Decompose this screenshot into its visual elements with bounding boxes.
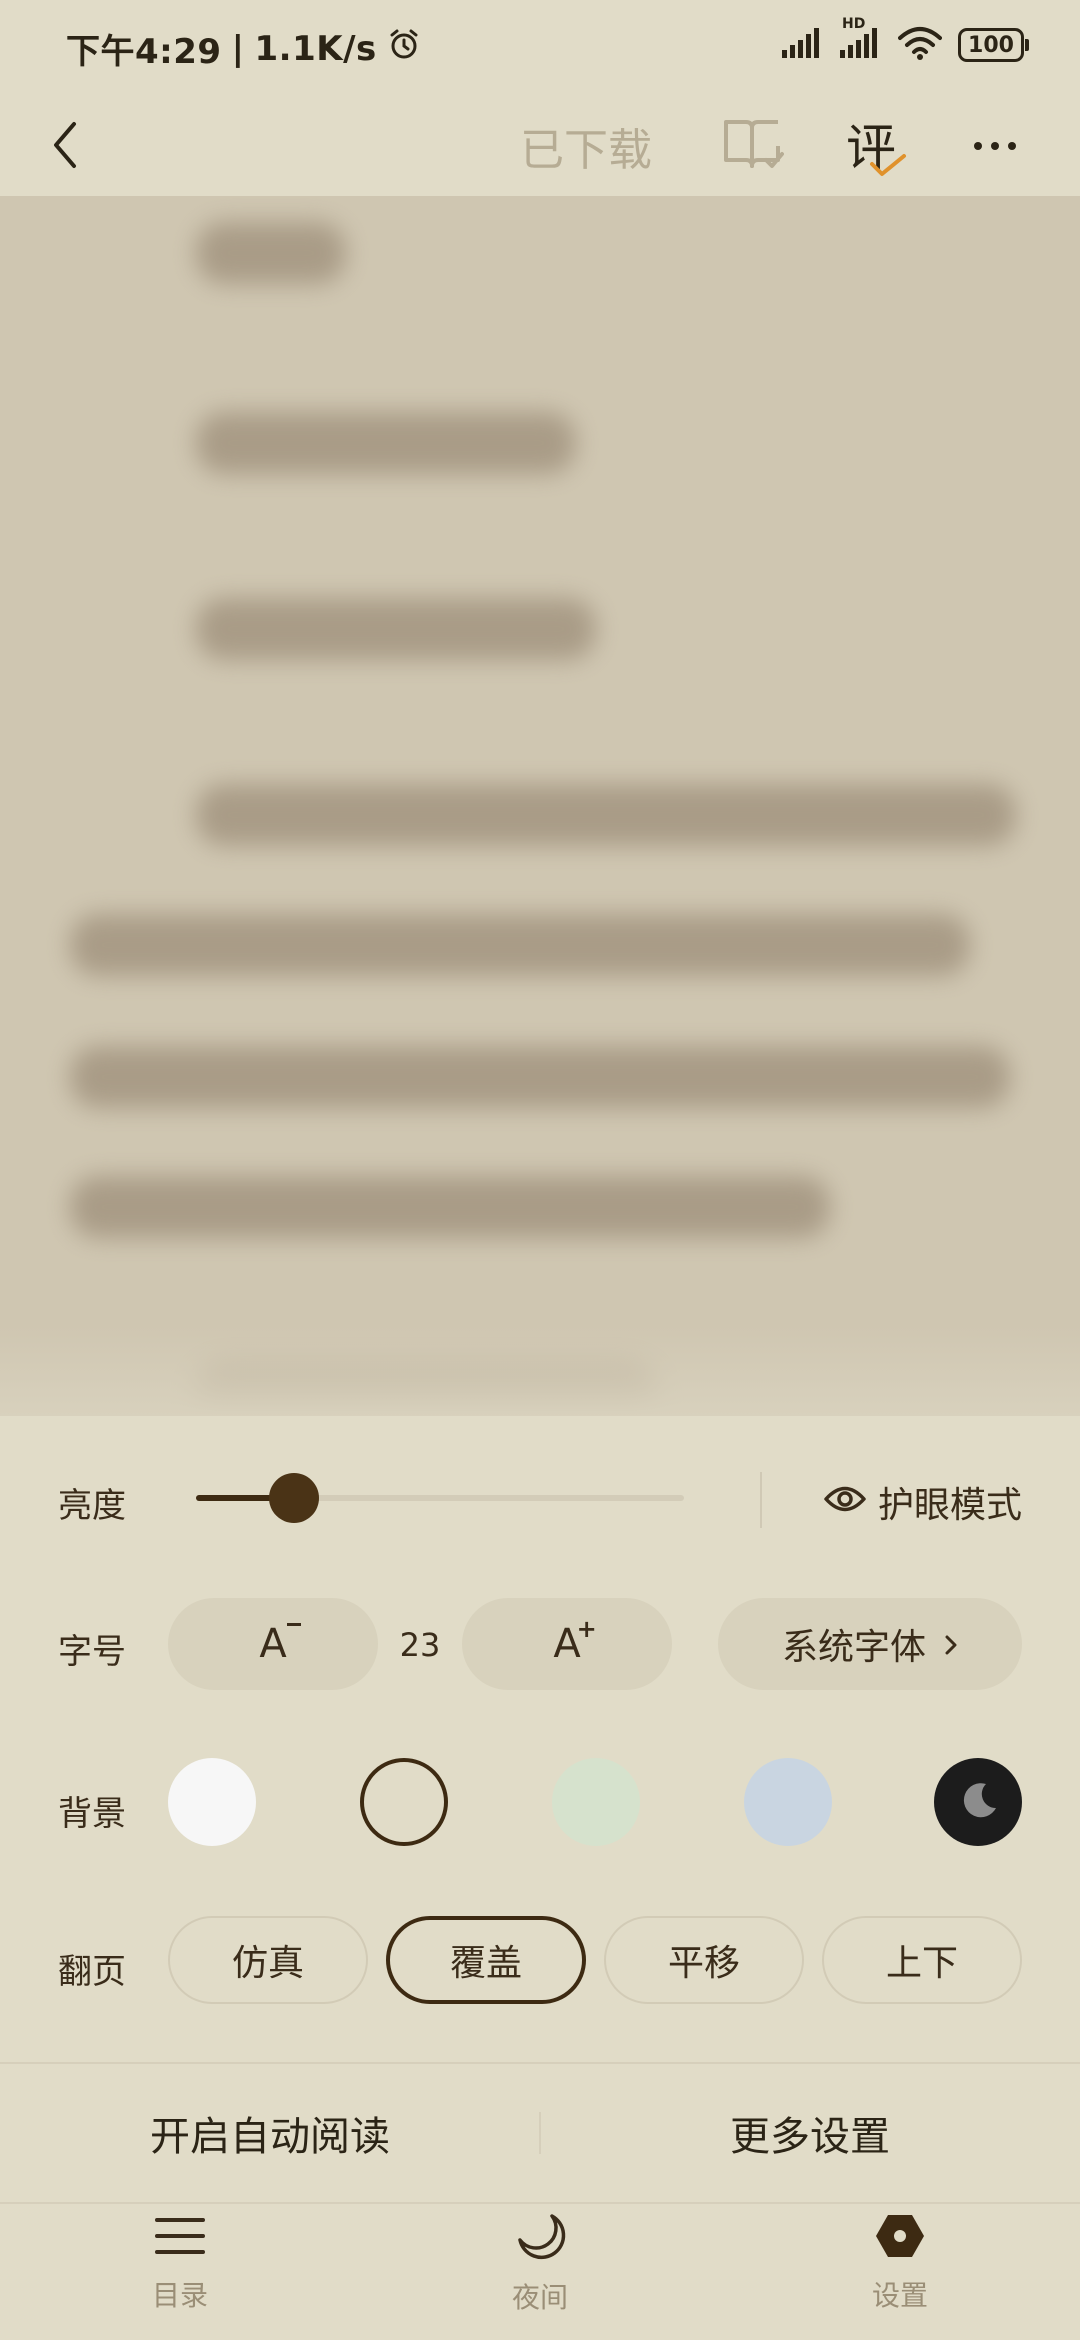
nav-toc[interactable]: 目录 <box>80 2212 280 2332</box>
background-option-night[interactable] <box>934 1758 1022 1846</box>
back-button[interactable] <box>30 112 100 182</box>
page-turn-slide[interactable]: 平移 <box>604 1916 804 2004</box>
background-label: 背景 <box>58 1794 126 1834</box>
font-family-button[interactable]: 系统字体 <box>718 1598 1022 1690</box>
background-option-blue[interactable] <box>744 1758 832 1846</box>
font-size-value: 23 <box>399 1626 441 1664</box>
more-button[interactable] <box>960 110 1030 180</box>
review-button[interactable]: 评 <box>840 102 920 188</box>
brightness-label: 亮度 <box>58 1486 126 1526</box>
wifi-icon <box>898 26 942 64</box>
brightness-slider[interactable] <box>196 1473 684 1523</box>
hd-label: HD <box>842 16 866 32</box>
blurred-text-line <box>196 412 576 474</box>
signal-hd-icon: HD <box>840 16 882 62</box>
eye-mode-label: 护眼模式 <box>878 1485 1023 1526</box>
blurred-text-line <box>196 784 1016 846</box>
nav-night[interactable]: 夜间 <box>440 2212 640 2332</box>
eye-icon <box>824 1482 866 1523</box>
font-decrease-letter: A <box>259 1621 287 1667</box>
status-time: 下午4:29 <box>66 32 222 72</box>
chevron-left-icon <box>50 120 80 174</box>
battery-icon: 100 <box>958 28 1029 62</box>
blurred-text-line <box>70 914 970 976</box>
open-book-check-icon <box>722 116 784 176</box>
more-dots-icon <box>973 136 1017 155</box>
status-separator: | <box>231 28 245 69</box>
font-increase-icon: A + <box>553 1615 597 1667</box>
settings-hexagon-icon <box>874 2212 926 2264</box>
moon-icon <box>956 1778 1000 1826</box>
blurred-text-line <box>70 1176 830 1238</box>
auto-read-button[interactable]: 开启自动阅读 <box>0 2064 540 2202</box>
check-accent-icon <box>868 152 908 184</box>
nav-night-label: 夜间 <box>511 2281 568 2314</box>
font-decrease-icon: A <box>259 1621 301 1667</box>
bookshelf-check-button[interactable] <box>718 106 788 186</box>
page-turn-scroll[interactable]: 上下 <box>822 1916 1022 2004</box>
status-right: HD 100 <box>782 16 1029 64</box>
reading-content[interactable] <box>0 196 1080 1416</box>
font-size-label: 字号 <box>58 1632 126 1672</box>
moon-outline-icon <box>514 2212 566 2266</box>
background-option-white[interactable] <box>168 1758 256 1846</box>
blurred-text-line <box>70 1046 1010 1108</box>
brightness-divider <box>760 1472 762 1528</box>
chevron-right-icon <box>944 1624 958 1665</box>
blurred-text-line <box>196 598 596 660</box>
downloaded-label: 已下载 <box>520 125 652 176</box>
page-turn-label: 翻页 <box>58 1952 126 1992</box>
action-row: 开启自动阅读 更多设置 <box>0 2062 1080 2204</box>
content-fade <box>0 1326 1080 1416</box>
brightness-slider-thumb[interactable] <box>268 1473 319 1523</box>
reader-toolbar: 已下载 评 <box>0 96 1080 196</box>
menu-lines-icon <box>154 2212 206 2264</box>
nav-settings-label: 设置 <box>871 2279 928 2312</box>
blurred-text-line <box>196 222 346 284</box>
font-decrease-button[interactable]: A <box>168 1598 378 1690</box>
page-turn-simulation[interactable]: 仿真 <box>168 1916 368 2004</box>
bottom-nav: 目录 夜间 设置 <box>0 2202 1080 2340</box>
page-turn-cover[interactable]: 覆盖 <box>386 1916 586 2004</box>
font-increase-button[interactable]: A + <box>462 1598 672 1690</box>
signal-icon <box>782 28 824 62</box>
more-settings-button[interactable]: 更多设置 <box>540 2064 1080 2202</box>
nav-toc-label: 目录 <box>151 2279 208 2312</box>
status-speed: 1.1K/s <box>254 28 377 69</box>
background-option-parchment[interactable] <box>360 1758 448 1846</box>
status-left: 下午4:29 | 1.1K/s <box>66 24 421 73</box>
eye-protection-mode-button[interactable]: 护眼模式 <box>824 1476 1022 1528</box>
nav-settings[interactable]: 设置 <box>800 2212 1000 2332</box>
status-bar: 下午4:29 | 1.1K/s HD 100 <box>0 0 1080 96</box>
background-option-green[interactable] <box>552 1758 640 1846</box>
alarm-icon <box>387 27 421 70</box>
font-family-label: 系统字体 <box>781 1627 926 1668</box>
